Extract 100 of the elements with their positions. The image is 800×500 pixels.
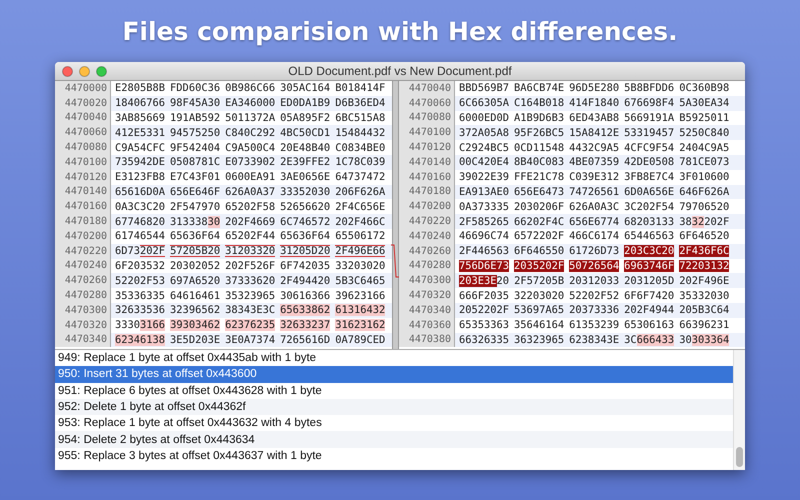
hex-cell: 626A0A37 (225, 186, 276, 198)
change-item[interactable]: 954: Delete 2 bytes at offset 0x443634 (55, 431, 733, 448)
offset-label: 4470280 (55, 288, 111, 303)
window-control-icon[interactable] (62, 66, 73, 77)
hex-cell: C840C292 (225, 126, 276, 139)
hex-cell: 31623162 (335, 319, 386, 332)
hex-cell: 33303166 (115, 319, 166, 332)
hex-cell: 0C360B98 (679, 82, 730, 94)
hex-cell: 735942DE (115, 156, 166, 168)
hex-cell: A1B9D6B3 (514, 112, 564, 124)
hex-cell: 15484432 (335, 126, 386, 139)
hex-cell: 3832202F (679, 216, 730, 228)
offset-label: 4470120 (55, 170, 111, 185)
hex-cell: B018414F (335, 82, 386, 94)
hex-cell: 33203020 (335, 260, 386, 272)
hex-cell: 0600EA91 (225, 171, 276, 184)
hex-cell: 50726564 (569, 260, 620, 272)
hex-cell: 65636F64 (170, 230, 220, 242)
hex-cell: 5B3C6465 (335, 274, 386, 287)
change-item[interactable]: 952: Delete 1 byte at offset 0x44362f (55, 398, 733, 416)
hex-cell: 2F585265 (459, 216, 510, 228)
hex-cell: 39303462 (170, 319, 220, 332)
hex-cell: C0834BE0 (335, 142, 386, 154)
hex-cell: EA346000 (225, 97, 276, 110)
hex-cell: 4432C9A5 (569, 142, 620, 154)
hex-cell: 6BC515A8 (335, 112, 386, 124)
hex-cell: 6238343E (569, 334, 620, 346)
hex-cell: 4CFC9F54 (624, 142, 674, 154)
hex-cell: 66396231 (679, 319, 730, 332)
change-item[interactable]: 950: Insert 31 bytes at offset 0x443600 (55, 366, 733, 383)
offset-label: 4470100 (55, 154, 111, 170)
offset-label: 4470320 (55, 318, 111, 333)
hex-cell: 2030206F (514, 200, 564, 213)
hex-cell: 202F466C (335, 216, 386, 228)
hex-cell: 2F57205B (514, 274, 564, 287)
hex-cell: 35332030 (679, 290, 730, 302)
offset-label: 4470360 (399, 318, 455, 333)
offset-label: 4470220 (399, 214, 455, 229)
hex-cell: 666F2035 (459, 290, 510, 302)
headline: Files comparision with Hex differences. (122, 17, 678, 48)
hex-cell: 3E5D203E (170, 334, 220, 346)
hex-cell: FDD60C36 (170, 82, 220, 94)
offset-label: 4470160 (55, 199, 111, 214)
hex-cell: 2F446563 (459, 245, 510, 258)
hex-cell: 35336335 (115, 290, 166, 302)
offset-label: 4470060 (399, 96, 455, 111)
hex-cell: 65306163 (624, 319, 674, 332)
hex-cell: 412E5331 (115, 126, 166, 139)
hex-cell: 32633237 (280, 319, 330, 332)
hex-cell: 65202F58 (225, 200, 276, 213)
offset-label: 4470320 (399, 288, 455, 303)
hex-cell: 20302052 (170, 260, 220, 272)
hex-cell: 656E646F (170, 186, 220, 198)
window-control-icon[interactable] (79, 66, 90, 77)
hex-cell: 656E6473 (514, 186, 564, 198)
hex-cell: 3FB8E7C4 (624, 171, 674, 184)
offset-label: 4470100 (399, 125, 455, 140)
hex-cell: 202F4669 (225, 216, 276, 228)
hex-cell: 202F4944 (624, 304, 674, 316)
hex-cell: 98F45A30 (170, 97, 220, 110)
window-control-icon[interactable] (96, 66, 107, 77)
hex-cell: 32203020 (514, 290, 564, 302)
hex-cell: 6F6F7420 (624, 290, 674, 302)
hex-cell: 53697A65 (514, 304, 564, 316)
hex-cell: 61316432 (335, 304, 386, 316)
hex-cell: 53319457 (624, 126, 674, 139)
hex-cell: 191AB592 (170, 112, 220, 124)
change-item[interactable]: 951: Replace 6 bytes at offset 0x443628 with 1 byte (55, 382, 733, 399)
hex-cell: 0A789CED (335, 334, 386, 346)
offset-label: 4470020 (55, 96, 111, 111)
hex-cell: 3C666433 (624, 334, 674, 346)
hex-cell: 65633862 (280, 304, 330, 316)
offset-label: 4470140 (399, 154, 455, 170)
hex-cell: 32396562 (170, 304, 220, 316)
hex-cell: 65202F44 (225, 230, 276, 242)
hex-cell: 6F646520 (679, 230, 730, 242)
offset-label: 4470300 (399, 273, 455, 288)
hex-cell: 65636F64 (280, 230, 330, 242)
hex-cell: 2052202F (459, 304, 510, 316)
hex-cell: 05A895F2 (280, 112, 330, 124)
hex-cell: 6C66305A (459, 97, 510, 110)
change-item[interactable]: 949: Replace 1 byte at offset 0x4435ab with 1 byte (55, 350, 733, 366)
hex-cell: BA6CB74E (514, 82, 564, 94)
hex-cell: 206F626A (335, 186, 386, 198)
hex-cell: 1C78C039 (335, 156, 386, 168)
hex-cell: 31205D20 (280, 245, 330, 258)
hex-cell: 676698F4 (624, 97, 674, 110)
hex-cell: 414F1840 (569, 97, 620, 110)
hex-cell: 6D73202F (115, 245, 166, 258)
hex-cell: 6F203532 (115, 260, 166, 272)
hex-cell: 6F646550 (514, 245, 564, 258)
hex-cell: 72203132 (679, 260, 730, 272)
splitter[interactable] (392, 81, 399, 349)
hex-cell: 52656620 (280, 200, 330, 213)
hex-cell: 38343E3C (225, 304, 276, 316)
hex-cell: BBD569B7 (459, 82, 510, 94)
scrollbar[interactable] (733, 350, 745, 470)
hex-cell: 202F496E (679, 274, 730, 287)
hex-cell: 0A3C3C20 (115, 200, 166, 213)
change-item[interactable]: 953: Replace 1 byte at offset 0x443632 with 4 bytes (55, 415, 733, 432)
